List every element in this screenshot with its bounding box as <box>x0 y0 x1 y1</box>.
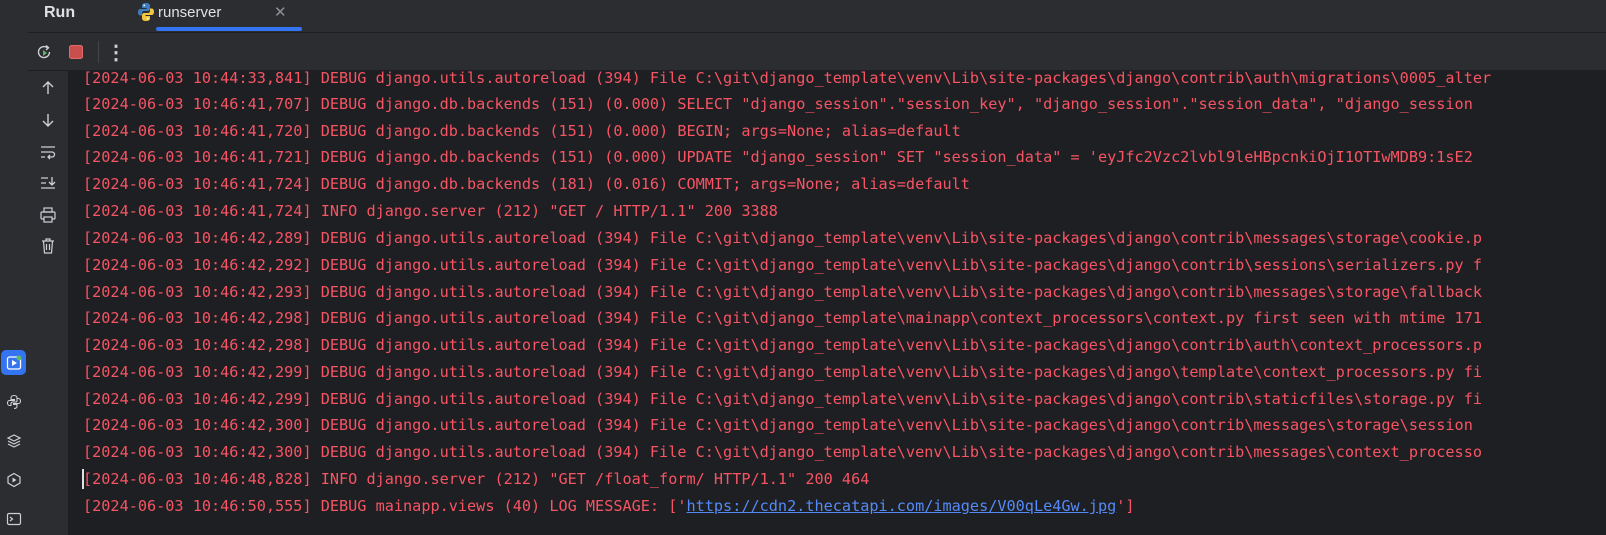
tab-runserver[interactable]: runserver ✕ <box>92 0 302 32</box>
log-line: [2024-06-03 10:46:42,293] DEBUG django.u… <box>83 283 1482 301</box>
clear-all-button[interactable] <box>37 235 59 257</box>
scroll-up-button[interactable] <box>37 77 59 99</box>
log-line-prefix: [2024-06-03 10:46:50,555] DEBUG mainapp.… <box>83 497 687 515</box>
clear-all-icon <box>42 238 54 254</box>
log-line-suffix: '] <box>1116 497 1135 515</box>
log-line: [2024-06-03 10:46:42,292] DEBUG django.u… <box>83 256 1482 274</box>
run-tool-button[interactable] <box>1 350 26 375</box>
log-line: [2024-06-03 10:46:42,299] DEBUG django.u… <box>83 363 1482 381</box>
log-line: [2024-06-03 10:46:42,300] DEBUG django.u… <box>83 416 1473 434</box>
log-line: [2024-06-03 10:46:42,299] DEBUG django.u… <box>83 390 1482 408</box>
tool-window-strip <box>0 0 29 535</box>
more-options-button[interactable]: ⋮ <box>105 41 127 64</box>
scroll-to-end-icon <box>41 177 56 189</box>
run-toolbar: ⋮ <box>28 33 1606 71</box>
run-icon <box>6 355 21 370</box>
rerun-button[interactable] <box>33 41 55 63</box>
scroll-down-icon <box>42 114 54 127</box>
log-line: [2024-06-03 10:46:41,721] DEBUG django.d… <box>83 148 1473 166</box>
toolbar-separator <box>98 41 99 63</box>
image-url-link[interactable]: https://cdn2.thecatapi.com/images/V00qLe… <box>686 497 1116 515</box>
log-line: [2024-06-03 10:46:41,724] DEBUG django.d… <box>83 175 970 193</box>
layers-icon <box>6 433 21 448</box>
log-line: [2024-06-03 10:46:41,724] INFO django.se… <box>83 202 778 220</box>
scroll-down-button[interactable] <box>37 109 59 131</box>
python-console-icon <box>6 394 21 409</box>
terminal-tool-button[interactable] <box>1 506 26 531</box>
text-caret <box>82 469 84 489</box>
services-icon <box>6 472 21 487</box>
log-line: [2024-06-03 10:46:48,828] INFO django.se… <box>83 470 870 488</box>
scroll-to-end-button[interactable] <box>37 172 59 194</box>
log-line: [2024-06-03 10:46:42,298] DEBUG django.u… <box>83 336 1482 354</box>
print-icon <box>40 207 56 223</box>
soft-wrap-icon <box>41 146 56 160</box>
more-icon: ⋮ <box>106 41 126 64</box>
log-line: [2024-06-03 10:46:42,298] DEBUG django.u… <box>83 309 1482 327</box>
run-tabbar: Run runserver ✕ <box>28 0 1606 33</box>
scroll-up-icon <box>42 81 54 94</box>
log-line: [2024-06-03 10:44:33,841] DEBUG django.u… <box>83 71 1492 87</box>
tab-label: runserver <box>158 4 222 21</box>
python-console-tool-button[interactable] <box>1 389 26 414</box>
log-line: [2024-06-03 10:46:42,300] DEBUG django.u… <box>83 443 1482 461</box>
log-line: [2024-06-03 10:46:42,289] DEBUG django.u… <box>83 229 1482 247</box>
print-button[interactable] <box>37 204 59 226</box>
terminal-icon <box>6 512 21 525</box>
log-line: [2024-06-03 10:46:41,720] DEBUG django.d… <box>83 122 961 140</box>
rerun-icon <box>37 44 51 59</box>
run-panel-title: Run <box>44 4 76 21</box>
active-tab-indicator <box>156 27 302 31</box>
layers-tool-button[interactable] <box>1 428 26 453</box>
close-tab-icon[interactable]: ✕ <box>274 3 287 21</box>
log-line: [2024-06-03 10:46:41,707] DEBUG django.d… <box>83 95 1473 113</box>
console-gutter <box>28 71 69 535</box>
services-tool-button[interactable] <box>1 467 26 492</box>
python-icon <box>138 3 154 21</box>
console-output[interactable]: [2024-06-03 10:44:33,841] DEBUG django.u… <box>69 71 1606 535</box>
stop-button[interactable] <box>65 41 87 63</box>
log-line-with-link: [2024-06-03 10:46:50,555] DEBUG mainapp.… <box>83 496 1135 516</box>
stop-icon <box>69 45 83 59</box>
soft-wrap-button[interactable] <box>37 141 59 163</box>
